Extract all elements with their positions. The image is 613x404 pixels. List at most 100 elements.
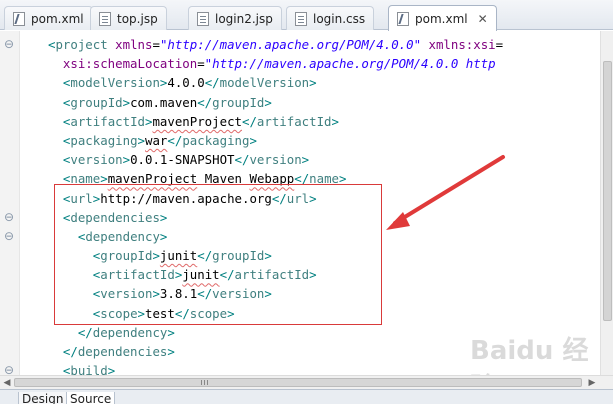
code-line: <name>mavenProject Maven Webapp</name> (48, 169, 503, 188)
tag-bracket: </ (174, 305, 190, 321)
code-line: <build> (48, 361, 503, 375)
tag-bracket: > (227, 305, 235, 321)
tag-bracket: > (107, 363, 116, 375)
code-text[interactable]: <project xmlns="http://maven.apache.org/… (48, 35, 503, 375)
tag-bracket: > (152, 286, 160, 302)
tag-bracket: > (167, 324, 175, 340)
tag-name: packaging (182, 132, 250, 148)
scroll-left-icon[interactable]: ◀ (1, 378, 13, 388)
code-line: <version>0.0.1-SNAPSHOT</version> (48, 150, 503, 169)
fold-toggle-icon[interactable]: ⊖ (2, 210, 16, 225)
tab-pom-xml[interactable]: pom.xml (4, 6, 93, 30)
tag-name: url (70, 190, 93, 206)
editor-gutter (0, 31, 20, 375)
element-text: junit (182, 267, 220, 283)
element-text: com.maven (130, 94, 198, 110)
tag-bracket: > (167, 344, 175, 359)
tag-name: version (212, 286, 265, 302)
tag-name: groupId (212, 94, 265, 110)
element-text: junit (159, 248, 198, 264)
tag-name: dependencies (77, 344, 168, 359)
tab-login2-jsp[interactable]: login2.jsp (188, 6, 282, 30)
tab-label: pom.xml (31, 11, 84, 26)
tag-bracket: > (339, 171, 347, 187)
tag-bracket: > (159, 209, 168, 225)
fold-toggle-icon[interactable]: ⊖ (2, 38, 16, 52)
tag-name: artifactId (234, 267, 310, 283)
grip-icon (201, 380, 202, 385)
editor-mode-tabs: Design Source (0, 389, 613, 404)
code-line: <artifactId>junit</artifactId> (48, 265, 503, 284)
element-text: Webapp (249, 171, 295, 187)
tag-bracket: > (249, 132, 257, 148)
tag-name: groupId (70, 94, 123, 110)
code-line: <packaging>war</packaging> (48, 131, 503, 150)
tag-bracket: </ (62, 344, 78, 359)
vertical-scrollbar[interactable] (600, 31, 613, 375)
grip-icon (207, 380, 208, 385)
equals: = (197, 56, 205, 72)
scroll-right-icon[interactable]: ▶ (586, 378, 598, 388)
tag-name: modelVersion (70, 75, 160, 91)
tag-bracket: </ (271, 190, 287, 206)
code-line: <scope>test</scope> (48, 304, 503, 323)
code-line: <project xmlns="http://maven.apache.org/… (48, 35, 503, 54)
tag-name: groupId (100, 248, 153, 264)
tag-bracket: > (137, 132, 145, 148)
tag-bracket: > (309, 75, 317, 91)
horizontal-scrollbar[interactable]: ◀ ▶ (0, 375, 613, 389)
attribute-name: xmlns (115, 37, 153, 52)
horizontal-scroll-thumb[interactable] (14, 378, 582, 387)
close-tab-icon[interactable]: ✕ (478, 12, 488, 26)
tag-bracket: > (100, 171, 108, 187)
tab-pom-xml-active[interactable]: pom.xml ✕ (388, 5, 497, 31)
tab-top-jsp[interactable]: top.jsp (90, 6, 167, 30)
tag-bracket: > (264, 248, 272, 264)
code-line: <artifactId>mavenProject</artifactId> (48, 112, 503, 131)
attribute-name: xsi:schemaLocation (62, 56, 198, 72)
tag-bracket: </ (197, 286, 213, 302)
tag-bracket: </ (204, 75, 220, 91)
code-line: xsi:schemaLocation="http://maven.apache.… (48, 54, 503, 73)
xml-file-icon (397, 11, 409, 26)
tag-name: scope (100, 305, 138, 321)
fold-toggle-icon[interactable]: ⊖ (2, 364, 16, 375)
tag-bracket: > (264, 94, 272, 110)
tag-bracket: > (159, 228, 168, 244)
jsp-file-icon (99, 11, 111, 26)
fold-toggle-icon[interactable]: ⊖ (2, 230, 16, 244)
tab-login-css[interactable]: login.css (286, 6, 375, 30)
tag-name: dependency (92, 324, 168, 340)
tag-name: artifactId (100, 267, 175, 283)
tag-bracket: > (122, 152, 131, 168)
code-line: <modelVersion>4.0.0</modelVersion> (48, 73, 503, 92)
tab-label: login2.jsp (215, 11, 273, 26)
tag-bracket: </ (197, 94, 213, 110)
code-line: <groupId>com.maven</groupId> (48, 93, 503, 112)
xml-source-editor[interactable]: ⊖ ⊖ ⊖ ⊖ <project xmlns="http://maven.apache… (0, 31, 600, 375)
tag-name: version (249, 152, 302, 168)
tab-source[interactable]: Source (66, 392, 116, 404)
tag-bracket: > (137, 305, 146, 321)
tag-name: project (55, 37, 108, 52)
tag-bracket: </ (197, 248, 213, 264)
vertical-scroll-thumb[interactable] (603, 61, 612, 321)
code-line: <groupId>junit</groupId> (48, 246, 503, 265)
tab-design[interactable]: Design (18, 392, 68, 404)
tag-name: artifactId (256, 113, 332, 129)
grip-icon (204, 380, 205, 385)
tag-bracket: </ (77, 324, 93, 340)
